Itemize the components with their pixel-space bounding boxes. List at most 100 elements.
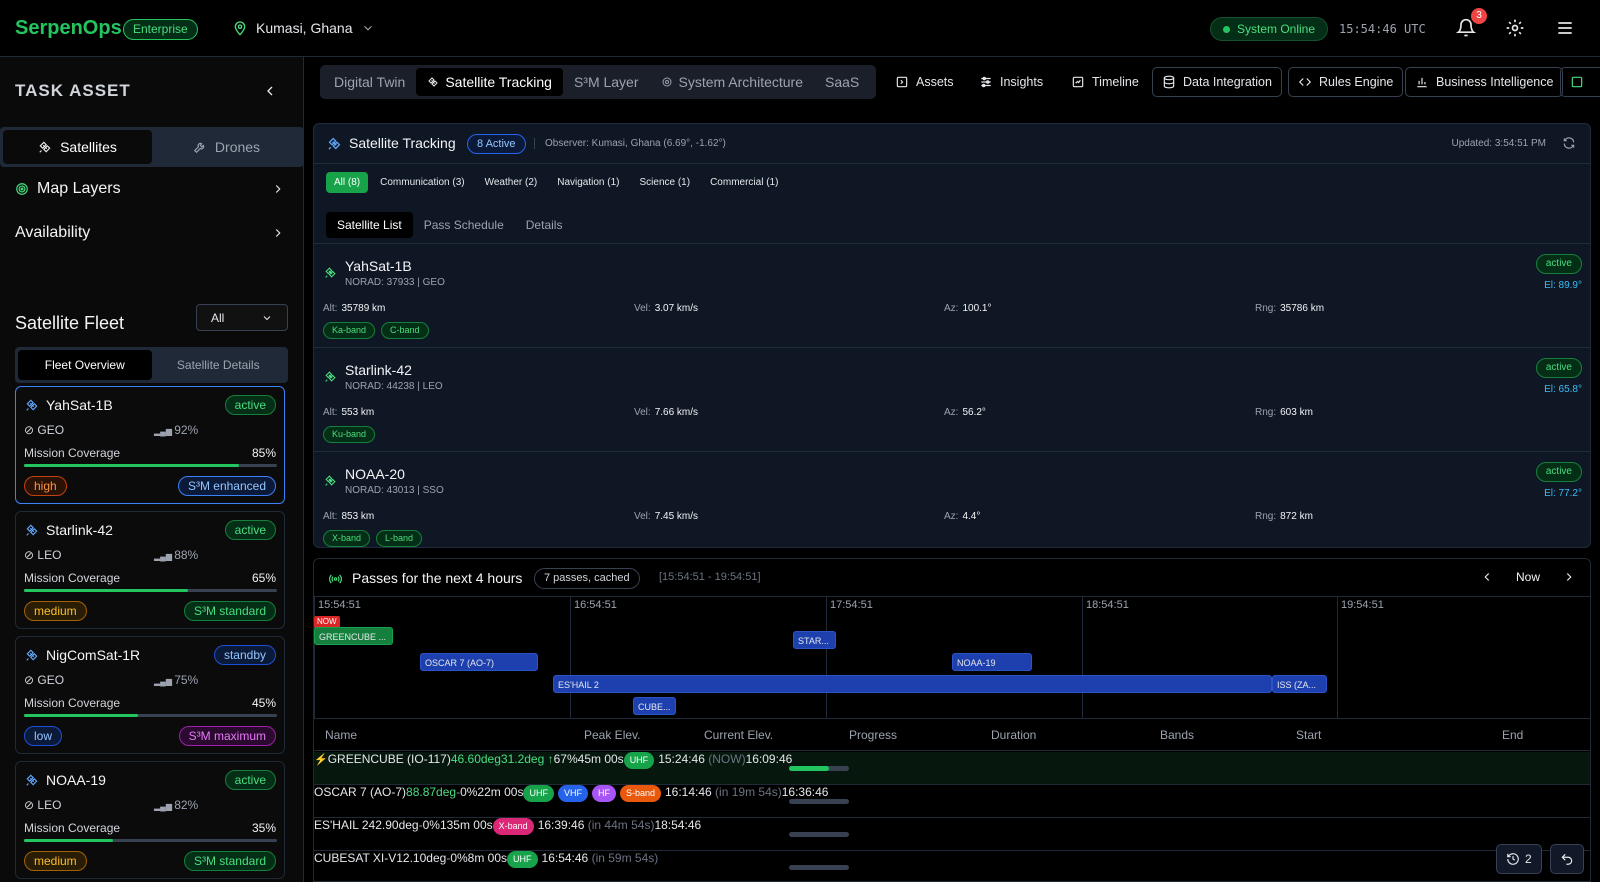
fleet-card[interactable]: NigComSat-1R standby ⊘ GEO ▂▄▆ 75% Mission C… <box>15 636 285 754</box>
col-name[interactable]: Name <box>325 728 357 742</box>
filter-weather[interactable]: Weather (2) <box>477 172 546 193</box>
tab-satellites[interactable]: Satellites <box>3 130 152 164</box>
pass-start-note: (in 59m 54s) <box>591 851 659 865</box>
chevron-left-icon[interactable] <box>1480 570 1494 584</box>
satellite-row[interactable]: NOAA-20 NORAD: 43013 | SSO active El: 77.2°… <box>314 451 1590 547</box>
filter-science[interactable]: Science (1) <box>632 172 699 193</box>
pass-bar-eshail2[interactable]: ES'HAIL 2 <box>553 675 1272 693</box>
progress-percent: 0% <box>450 851 468 865</box>
col-duration[interactable]: Duration <box>991 728 1036 742</box>
menu-button[interactable] <box>1555 18 1577 40</box>
tab-pass-schedule[interactable]: Pass Schedule <box>413 212 515 238</box>
chevron-right-icon <box>275 185 281 193</box>
insights-button[interactable]: Insights <box>970 67 1052 97</box>
rules-engine-button[interactable]: Rules Engine <box>1288 67 1404 97</box>
priority-badge: high <box>24 476 67 496</box>
sidebar: TASK ASSET Satellites Drones Map Layers … <box>0 57 304 882</box>
refresh-icon[interactable] <box>1562 136 1576 150</box>
history-button[interactable]: 2 <box>1496 844 1542 874</box>
col-current-elev[interactable]: Current Elev. <box>704 728 773 742</box>
metric-value: 56.2° <box>962 407 986 418</box>
pass-start-time: 16:39:46 <box>537 818 585 832</box>
orbit-label: ⊘ GEO <box>24 673 64 687</box>
tab-satellite-tracking[interactable]: Satellite Tracking <box>416 68 563 96</box>
satellite-row[interactable]: YahSat-1B NORAD: 37933 | GEO active El: 89.… <box>314 243 1590 349</box>
metric-value: 603 km <box>1280 407 1313 418</box>
signal-bars-icon: ▂▄▆ <box>154 677 175 686</box>
pass-row[interactable]: CUBESAT XI-V12.10deg- 0%8m 00s UHF 16:54:46… <box>314 851 1590 881</box>
satellite-icon <box>39 141 51 153</box>
band-badge: HF <box>591 785 616 802</box>
settings-button[interactable] <box>1505 18 1527 40</box>
filter-communication[interactable]: Communication (3) <box>372 172 472 193</box>
pass-row[interactable]: ⚡GREENCUBE (IO-117)46.60deg31.2deg ↑ 67%4… <box>314 752 1590 785</box>
filter-navigation[interactable]: Navigation (1) <box>549 172 627 193</box>
fleet-title: Satellite Fleet <box>15 313 125 333</box>
chevron-right-icon <box>275 229 281 237</box>
tab-system-architecture[interactable]: System Architecture <box>650 68 815 96</box>
fleet-card[interactable]: NOAA-19 active ⊘ LEO ▂▄▆ 82% Mission Coverag… <box>15 761 285 879</box>
rules-engine-label: Rules Engine <box>1319 75 1394 89</box>
fleet-card[interactable]: YahSat-1B active ⊘ GEO ▂▄▆ 92% Mission Cover… <box>15 386 285 504</box>
data-integration-button[interactable]: Data Integration <box>1152 67 1282 97</box>
metric-alt: Alt: 553 km <box>323 407 374 418</box>
undo-button[interactable] <box>1549 844 1584 874</box>
more-tabs-button[interactable] <box>1560 67 1600 97</box>
satellite-icon <box>25 773 39 787</box>
tab-saas[interactable]: SaaS <box>814 68 870 96</box>
tab-details[interactable]: Details <box>515 212 574 238</box>
location-selector[interactable]: Kumasi, Ghana <box>232 20 375 36</box>
tab-drones[interactable]: Drones <box>152 130 301 164</box>
app-logo[interactable]: SerpenOps <box>15 17 122 40</box>
now-button[interactable]: Now <box>1516 570 1540 584</box>
pass-bar-greencube[interactable]: GREENCUBE ... <box>314 627 393 645</box>
tab-s3m-layer[interactable]: S³M Layer <box>563 68 650 96</box>
satellite-row[interactable]: Starlink-42 NORAD: 44238 | LEO active El: 6… <box>314 347 1590 453</box>
tab-fleet-overview[interactable]: Fleet Overview <box>18 350 152 380</box>
business-intelligence-button[interactable]: Business Intelligence <box>1405 67 1564 97</box>
collapse-sidebar-button[interactable] <box>262 83 278 99</box>
pass-bar-noaa19[interactable]: NOAA-19 <box>952 653 1032 671</box>
fleet-filter-select[interactable]: All <box>196 304 288 331</box>
signal-bars-icon: ▂▄▆ <box>154 802 175 811</box>
timeline-button[interactable]: Timeline <box>1062 67 1148 97</box>
metric-rng: Rng: 872 km <box>1255 511 1313 522</box>
tab-digital-twin[interactable]: Digital Twin <box>323 68 416 96</box>
fleet-card[interactable]: Starlink-42 active ⊘ LEO ▂▄▆ 88% Mission Cov… <box>15 511 285 629</box>
assets-button[interactable]: Assets <box>886 67 963 97</box>
coverage-bar-fill <box>24 714 138 717</box>
availability-label: Availability <box>15 224 91 241</box>
col-bands[interactable]: Bands <box>1160 728 1194 742</box>
pass-row[interactable]: OSCAR 7 (AO-7)88.87deg- 0%22m 00s UHF VHF HF… <box>314 785 1590 818</box>
bar-chart-icon <box>1417 77 1427 88</box>
map-layers-section[interactable]: Map Layers <box>15 180 285 198</box>
metric-value: 4.4° <box>962 511 981 522</box>
col-start[interactable]: Start <box>1296 728 1321 742</box>
col-end[interactable]: End <box>1502 728 1523 742</box>
pass-bar-iss[interactable]: ISS (ZA... <box>1272 675 1327 693</box>
satellite-icon <box>328 137 341 150</box>
tab-satellite-list[interactable]: Satellite List <box>326 212 413 238</box>
col-peak-elev[interactable]: Peak Elev. <box>584 728 640 742</box>
panel-header: Satellite Tracking 8 Active Observer: Ku… <box>314 124 1590 164</box>
filter-all[interactable]: All (8) <box>326 172 369 193</box>
satellite-tracking-panel: Satellite Tracking 8 Active Observer: Ku… <box>313 123 1591 548</box>
filter-commercial[interactable]: Commercial (1) <box>702 172 786 193</box>
pass-bar-starlink[interactable]: STAR... <box>793 631 836 649</box>
signal-strength: ▂▄▆ 88% <box>154 548 198 562</box>
pass-row[interactable]: ES'HAIL 242.90deg- 0%135m 00s X-band 16:39:… <box>314 818 1590 851</box>
s3m-badge: S³M enhanced <box>177 476 276 496</box>
satellite-icon <box>324 370 337 383</box>
tab-satellite-details[interactable]: Satellite Details <box>152 350 286 380</box>
pass-start-note: (in 44m 54s) <box>587 818 655 832</box>
pass-end: 16:09:46 <box>745 752 793 766</box>
orbit-value: GEO <box>37 673 65 687</box>
pass-bar-oscar7[interactable]: OSCAR 7 (AO-7) <box>420 653 538 671</box>
col-progress[interactable]: Progress <box>849 728 897 742</box>
pass-bar-cubesat[interactable]: CUBE... <box>633 697 676 715</box>
orbit-label: ⊘ GEO <box>24 423 64 437</box>
pass-start: 15:24:46 (NOW) <box>658 752 745 766</box>
chevron-right-icon[interactable] <box>1562 570 1576 584</box>
progress-bar <box>789 865 849 870</box>
availability-section[interactable]: Availability <box>15 224 285 242</box>
